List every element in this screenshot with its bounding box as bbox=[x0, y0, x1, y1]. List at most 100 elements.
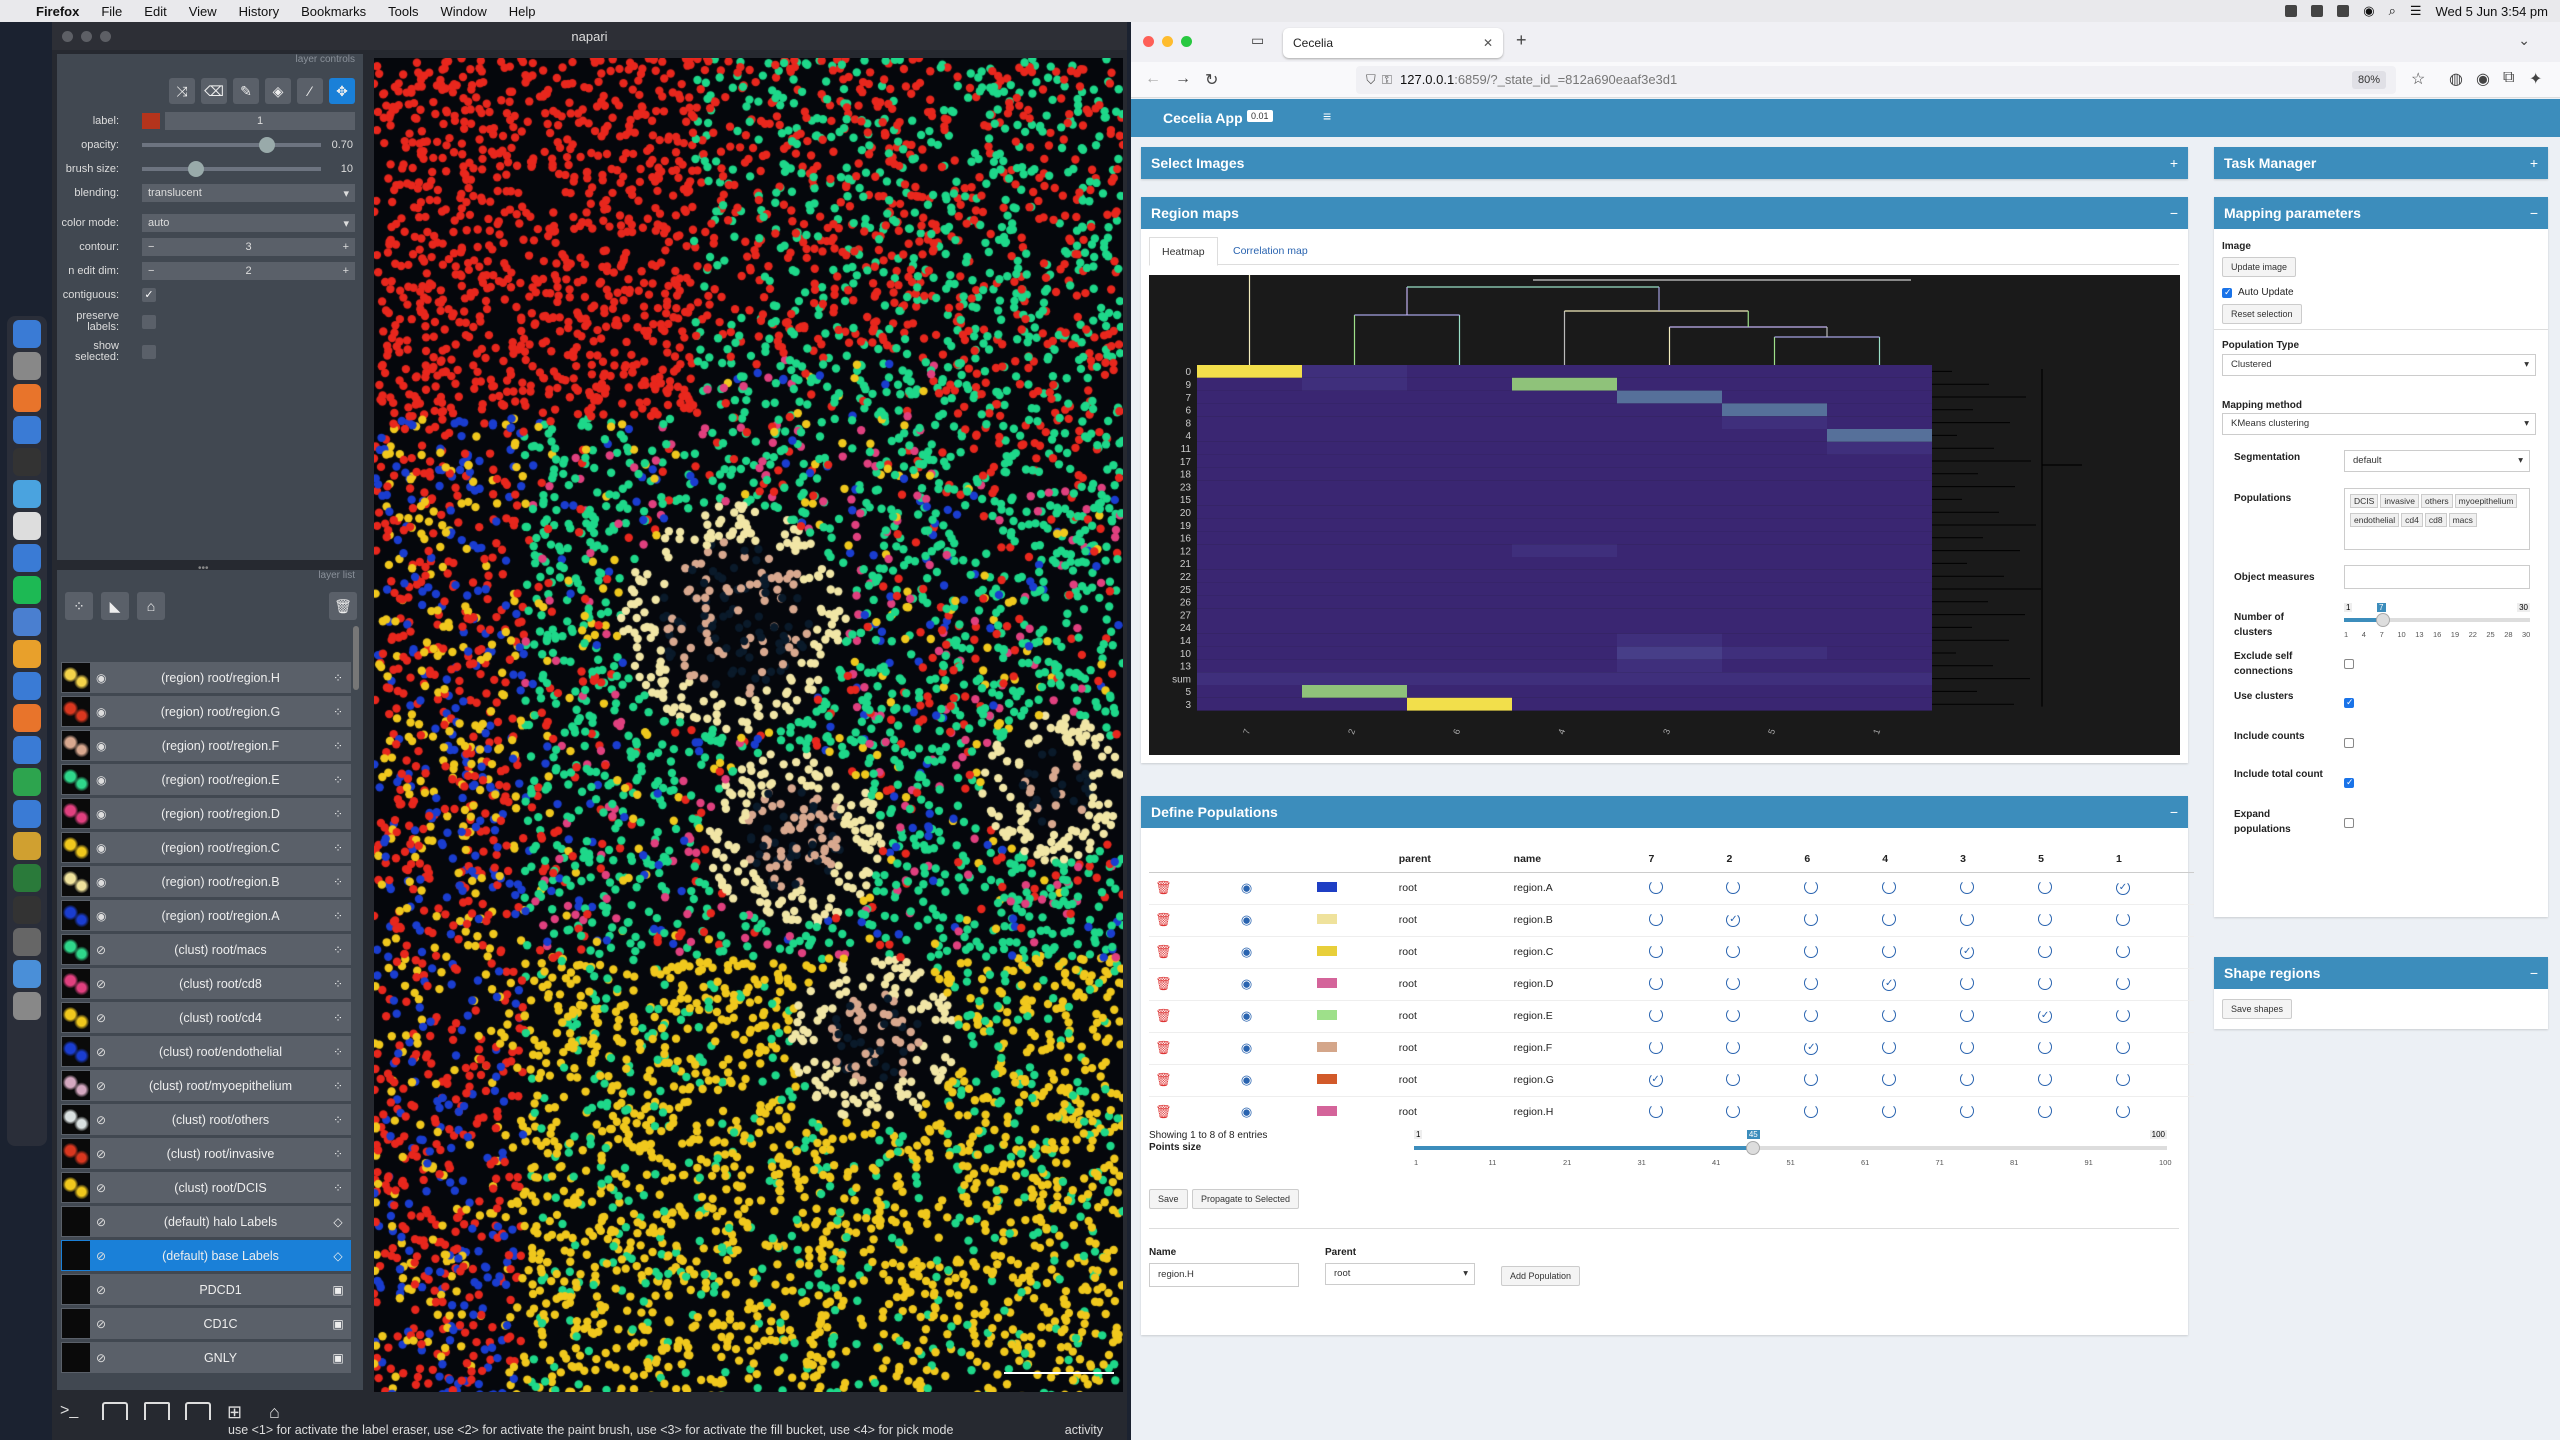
radio-circle-icon[interactable] bbox=[1882, 1007, 1897, 1022]
color-swatch[interactable] bbox=[1316, 945, 1337, 956]
tab-heatmap[interactable]: Heatmap bbox=[1149, 237, 1218, 266]
color-swatch[interactable] bbox=[1316, 1041, 1337, 1052]
table-row[interactable]: 🗑 ◉ root region.F ✓ bbox=[1149, 1031, 2194, 1064]
eye-icon[interactable]: ◉ bbox=[1241, 912, 1252, 927]
layer-row[interactable]: ⊘ (clust) root/macs ⁘ bbox=[61, 934, 351, 965]
page-info-icon[interactable]: ⚿ bbox=[1382, 66, 1392, 94]
propagate-button[interactable]: Propagate to Selected bbox=[1191, 1189, 1300, 1209]
delete-icon[interactable]: 🗑 bbox=[1155, 976, 1172, 991]
radio-circle-icon[interactable] bbox=[1648, 943, 1663, 958]
column-header[interactable]: 4 bbox=[1882, 846, 1961, 873]
eye-closed-icon[interactable]: ⊘ bbox=[96, 1181, 116, 1195]
expand-populations-checkbox[interactable] bbox=[2344, 818, 2354, 828]
add-population-button[interactable]: Add Population bbox=[1501, 1266, 1581, 1286]
population-tag[interactable]: myoepithelium bbox=[2454, 494, 2518, 508]
brush-size-slider-handle[interactable] bbox=[187, 161, 204, 177]
back-icon[interactable]: ← bbox=[1145, 70, 1161, 88]
control-center-icon[interactable]: ☰ bbox=[2410, 3, 2422, 19]
new-tab-button[interactable]: + bbox=[1516, 30, 1527, 51]
tab-correlation-map[interactable]: Correlation map bbox=[1233, 237, 1308, 265]
eye-closed-icon[interactable]: ⊘ bbox=[96, 1113, 116, 1127]
radio-circle-icon[interactable] bbox=[1648, 975, 1663, 990]
layer-row[interactable]: ⊘ (clust) root/cd4 ⁘ bbox=[61, 1002, 351, 1033]
color-mode-select[interactable]: auto ▾ bbox=[142, 214, 355, 232]
url-bar[interactable]: ⛉ ⚿ 127.0.0.1:6859/?_state_id_=812a690ea… bbox=[1356, 66, 2396, 94]
sidebar-toggle-icon[interactable]: ≡ bbox=[1323, 108, 1331, 124]
layer-list-scrollbar[interactable] bbox=[353, 626, 359, 690]
layer-row[interactable]: ◉ (region) root/region.H ⁘ bbox=[61, 662, 351, 693]
color-swatch[interactable] bbox=[1316, 977, 1337, 988]
radio-circle-icon[interactable] bbox=[2115, 1103, 2130, 1118]
dock-app-icon[interactable] bbox=[13, 672, 41, 700]
table-row[interactable]: 🗑 ◉ root region.B ✓ bbox=[1149, 903, 2194, 936]
checked-circle-icon[interactable]: ✓ bbox=[1960, 945, 1975, 959]
color-swatch[interactable] bbox=[1316, 881, 1337, 892]
eye-closed-icon[interactable]: ⊘ bbox=[96, 977, 116, 991]
delete-icon[interactable]: 🗑 bbox=[1155, 912, 1172, 927]
eye-closed-icon[interactable]: ⊘ bbox=[96, 1351, 116, 1365]
radio-circle-icon[interactable] bbox=[1726, 1007, 1741, 1022]
table-row[interactable]: 🗑 ◉ root region.D ✓ bbox=[1149, 967, 2194, 1000]
dock-app-icon[interactable] bbox=[13, 608, 41, 636]
eye-icon[interactable]: ◉ bbox=[96, 671, 116, 685]
radio-circle-icon[interactable] bbox=[1648, 1007, 1663, 1022]
layer-row[interactable]: ⊘ (clust) root/myoepithelium ⁘ bbox=[61, 1070, 351, 1101]
slider-handle[interactable] bbox=[2376, 613, 2391, 627]
layer-row[interactable]: ◉ (region) root/region.B ⁘ bbox=[61, 866, 351, 897]
include-counts-checkbox[interactable] bbox=[2344, 738, 2354, 748]
column-header[interactable]: 1 bbox=[2115, 846, 2194, 873]
collapse-icon[interactable]: − bbox=[2530, 957, 2538, 989]
eye-icon[interactable]: ◉ bbox=[96, 773, 116, 787]
dock-app-icon[interactable] bbox=[13, 512, 41, 540]
checked-circle-icon[interactable]: ✓ bbox=[1882, 977, 1897, 991]
parent-select[interactable]: root bbox=[1325, 1263, 1475, 1285]
reset-selection-button[interactable]: Reset selection bbox=[2222, 304, 2302, 324]
layer-row[interactable]: ⊘ PDCD1 ▣ bbox=[61, 1274, 351, 1305]
number-of-clusters-slider[interactable]: 1 30 7 1 4 7 10 13 16 19 22 25 28 30 bbox=[2344, 603, 2530, 643]
color-swatch[interactable] bbox=[1316, 1009, 1337, 1020]
eye-closed-icon[interactable]: ⊘ bbox=[96, 1011, 116, 1025]
checked-circle-icon[interactable]: ✓ bbox=[1726, 913, 1741, 927]
wifi-icon[interactable]: ◉ bbox=[2363, 3, 2374, 19]
population-name-input[interactable]: region.H bbox=[1149, 1263, 1299, 1287]
radio-circle-icon[interactable] bbox=[1882, 1071, 1897, 1086]
radio-circle-icon[interactable] bbox=[1726, 1103, 1741, 1118]
dock-app-icon[interactable] bbox=[13, 896, 41, 924]
radio-circle-icon[interactable] bbox=[1804, 1071, 1819, 1086]
close-button[interactable] bbox=[62, 31, 73, 42]
population-tag[interactable]: cd4 bbox=[2401, 513, 2423, 527]
menu-tools[interactable]: Tools bbox=[388, 4, 418, 19]
shield-icon[interactable]: ⛉ bbox=[1366, 66, 1376, 94]
bookmark-star-icon[interactable]: ☆ bbox=[2411, 69, 2425, 89]
eraser-icon[interactable]: ⌫ bbox=[201, 78, 227, 104]
menu-edit[interactable]: Edit bbox=[144, 4, 166, 19]
layer-row[interactable]: ⊘ GNLY ▣ bbox=[61, 1342, 351, 1373]
radio-circle-icon[interactable] bbox=[1882, 879, 1897, 894]
n-edit-dim-spinbox[interactable]: − 2 + bbox=[142, 262, 355, 280]
layer-row[interactable]: ◉ (region) root/region.F ⁘ bbox=[61, 730, 351, 761]
radio-circle-icon[interactable] bbox=[2038, 1039, 2053, 1054]
checked-circle-icon[interactable]: ✓ bbox=[1648, 1073, 1663, 1087]
status-app-icon[interactable] bbox=[2285, 5, 2298, 17]
layer-row[interactable]: ⊘ (clust) root/DCIS ⁘ bbox=[61, 1172, 351, 1203]
column-header[interactable]: 5 bbox=[2038, 846, 2116, 873]
radio-circle-icon[interactable] bbox=[1804, 879, 1819, 894]
menu-view[interactable]: View bbox=[189, 4, 217, 19]
table-row[interactable]: 🗑 ◉ root region.G ✓ bbox=[1149, 1063, 2194, 1096]
eye-icon[interactable]: ◉ bbox=[1241, 1008, 1252, 1023]
radio-circle-icon[interactable] bbox=[1726, 943, 1741, 958]
radio-circle-icon[interactable] bbox=[1648, 911, 1663, 926]
color-picker-icon[interactable]: ⁄ bbox=[297, 78, 323, 104]
minus-icon[interactable]: − bbox=[148, 265, 154, 277]
radio-circle-icon[interactable] bbox=[2038, 1071, 2053, 1086]
checked-circle-icon[interactable]: ✓ bbox=[1804, 1041, 1819, 1055]
points-size-slider[interactable]: 1 100 45 1 11 21 31 41 51 61 71 81 91 100 bbox=[1414, 1130, 2172, 1174]
dock-app-icon[interactable] bbox=[13, 352, 41, 380]
menu-bookmarks[interactable]: Bookmarks bbox=[301, 4, 366, 19]
checked-circle-icon[interactable]: ✓ bbox=[2115, 881, 2130, 895]
fill-bucket-icon[interactable]: ◈ bbox=[265, 78, 291, 104]
radio-circle-icon[interactable] bbox=[1960, 1071, 1975, 1086]
column-header[interactable]: name bbox=[1513, 846, 1649, 873]
radio-circle-icon[interactable] bbox=[1960, 911, 1975, 926]
brush-size-slider-track[interactable] bbox=[142, 167, 321, 171]
